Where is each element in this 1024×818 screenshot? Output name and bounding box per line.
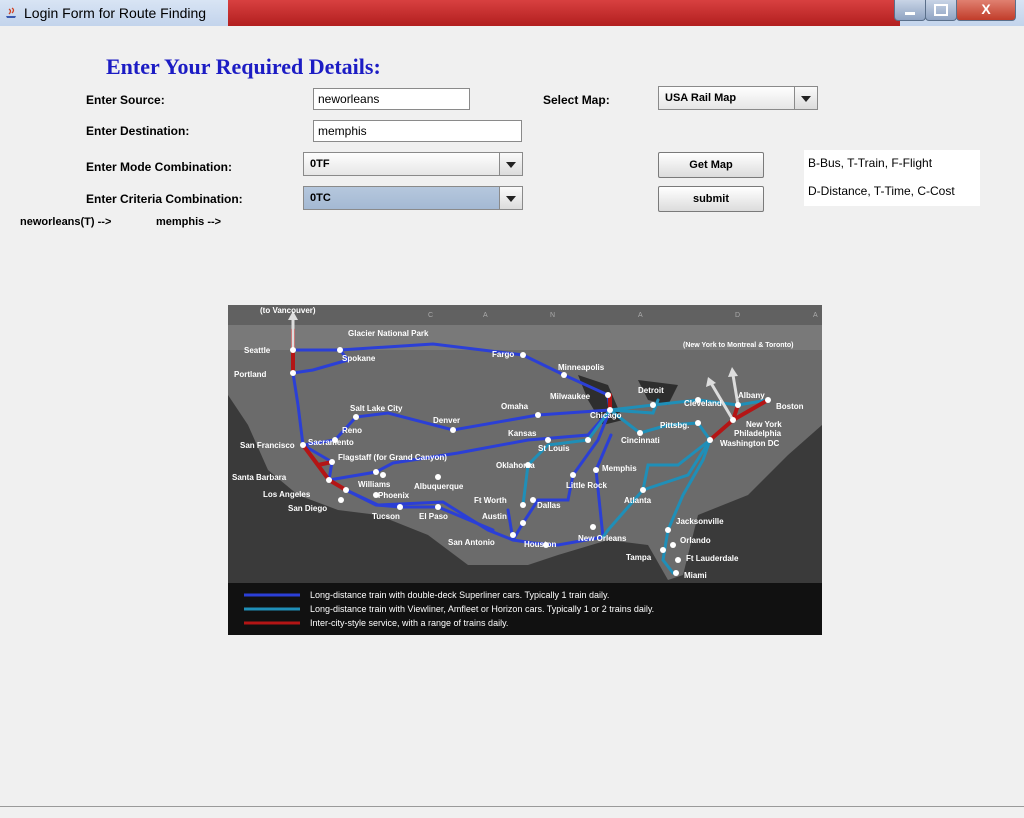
city-label-houston: Houston — [524, 540, 557, 549]
criteria-select-value: 0TC — [310, 192, 331, 204]
city-label-glacier: Glacier National Park — [348, 329, 429, 338]
java-app-icon — [6, 7, 16, 18]
city-label-littlerock: Little Rock — [566, 481, 607, 490]
city-label-miami: Miami — [684, 571, 707, 580]
city-label-oklahoma: Oklahoma — [496, 461, 535, 470]
city-label-sanfrancisco: San Francisco — [240, 441, 295, 450]
criteria-select[interactable]: 0TC — [303, 186, 523, 210]
city-label-elpaso: El Paso — [419, 512, 448, 521]
chevron-down-icon[interactable] — [794, 87, 817, 109]
city-label-phoenix: Phoenix — [378, 491, 410, 500]
legend-text-superliner: Long-distance train with double-deck Sup… — [310, 590, 609, 600]
city-label-orlando: Orlando — [680, 536, 711, 545]
city-label-atlanta: Atlanta — [624, 496, 652, 505]
city-label-milwaukee: Milwaukee — [550, 392, 591, 401]
city-label-pittsburgh: Pittsbg. — [660, 421, 689, 430]
grid-letter: A — [638, 312, 643, 319]
source-input[interactable]: neworleans — [313, 88, 470, 110]
window-title: Login Form for Route Finding — [24, 5, 207, 21]
chevron-down-icon[interactable] — [499, 187, 522, 209]
destination-label: Enter Destination: — [86, 124, 190, 138]
close-icon: X — [981, 1, 991, 17]
legend-text-intercity: Inter-city-style service, with a range o… — [310, 618, 508, 628]
maximize-icon — [934, 4, 948, 16]
city-label-washington: Washington DC — [720, 439, 779, 448]
city-label-philadelphia: Philadelphia — [734, 429, 782, 438]
get-map-button[interactable]: Get Map — [658, 152, 764, 178]
city-label-seattle: Seattle — [244, 346, 271, 355]
submit-button[interactable]: submit — [658, 186, 764, 212]
city-label-memphis: Memphis — [602, 464, 637, 473]
window-bottom-border — [0, 806, 1024, 807]
city-label-vancouver: (to Vancouver) — [260, 306, 316, 315]
city-label-santabarbara: Santa Barbara — [232, 473, 287, 482]
city-label-flagstaff: Flagstaff (for Grand Canyon) — [338, 453, 447, 462]
city-label-cleveland: Cleveland — [684, 399, 722, 408]
city-label-tampa: Tampa — [626, 553, 652, 562]
city-label-boston: Boston — [776, 402, 804, 411]
criteria-abbreviations: D-Distance, T-Time, C-Cost — [808, 184, 955, 198]
route-step-2: memphis --> — [156, 216, 222, 228]
mode-abbreviations: B-Bus, T-Train, F-Flight — [808, 156, 933, 170]
city-label-omaha: Omaha — [501, 402, 529, 411]
city-label-stlouis: St Louis — [538, 444, 570, 453]
city-label-reno: Reno — [342, 426, 362, 435]
grid-letter: C — [428, 312, 433, 319]
city-label-newyork: New York — [746, 420, 782, 429]
select-map-label: Select Map: — [543, 93, 610, 107]
city-label-jacksonville: Jacksonville — [676, 517, 724, 526]
title-bar-highlight — [228, 0, 900, 26]
city-label-sacramento: Sacramento — [308, 438, 354, 447]
city-label-portland: Portland — [234, 370, 267, 379]
city-label-spokane: Spokane — [342, 354, 376, 363]
criteria-label: Enter Criteria Combination: — [86, 192, 243, 206]
city-label-denver: Denver — [433, 416, 460, 425]
route-step-1: neworleans(T) --> — [20, 216, 112, 228]
minimize-icon — [905, 12, 915, 15]
city-label-ftworth: Ft Worth — [474, 496, 507, 505]
grid-letter: A — [813, 312, 818, 319]
city-label-albuquerque: Albuquerque — [414, 482, 464, 491]
mode-select-value: 0TF — [310, 158, 330, 170]
source-label: Enter Source: — [86, 93, 165, 107]
form-heading: Enter Your Required Details: — [106, 54, 381, 79]
city-label-kansas: Kansas — [508, 429, 537, 438]
city-label-chicago: Chicago — [590, 411, 622, 420]
destination-input[interactable]: memphis — [313, 120, 522, 142]
title-bar: Login Form for Route Finding X — [0, 0, 1024, 26]
city-label-detroit: Detroit — [638, 386, 664, 395]
close-button[interactable]: X — [956, 0, 1016, 21]
city-label-saltlake: Salt Lake City — [350, 404, 403, 413]
city-label-sanantonio: San Antonio — [448, 538, 495, 547]
usa-rail-map: C A N A D A (to Vancouver) Glacier Natio… — [228, 305, 822, 635]
map-select-value: USA Rail Map — [665, 92, 737, 104]
city-label-sandiego: San Diego — [288, 504, 327, 513]
city-label-ny-montreal: (New York to Montreal & Toronto) — [683, 342, 793, 349]
city-label-losangeles: Los Angeles — [263, 490, 311, 499]
city-label-albany: Albany — [738, 391, 765, 400]
city-label-austin: Austin — [482, 512, 507, 521]
mode-select[interactable]: 0TF — [303, 152, 523, 176]
city-label-minneapolis: Minneapolis — [558, 363, 605, 372]
map-select[interactable]: USA Rail Map — [658, 86, 818, 110]
city-label-cincinnati: Cincinnati — [621, 436, 660, 445]
minimize-button[interactable] — [894, 0, 926, 21]
mode-label: Enter Mode Combination: — [86, 160, 232, 174]
legend-text-viewliner: Long-distance train with Viewliner, Amfl… — [310, 604, 654, 614]
grid-letter: A — [483, 312, 488, 319]
city-label-dallas: Dallas — [537, 501, 561, 510]
chevron-down-icon[interactable] — [499, 153, 522, 175]
city-label-neworleans: New Orleans — [578, 534, 627, 543]
grid-letter: D — [735, 312, 740, 319]
city-label-ftlauderdale: Ft Lauderdale — [686, 554, 739, 563]
city-label-tucson: Tucson — [372, 512, 400, 521]
maximize-button[interactable] — [925, 0, 957, 21]
city-label-fargo: Fargo — [492, 350, 514, 359]
abbreviation-legend: B-Bus, T-Train, F-Flight D-Distance, T-T… — [804, 150, 980, 206]
grid-letter: N — [550, 312, 555, 319]
rail-map-graphic: C A N A D A (to Vancouver) Glacier Natio… — [228, 305, 822, 635]
city-label-williams: Williams — [358, 480, 391, 489]
